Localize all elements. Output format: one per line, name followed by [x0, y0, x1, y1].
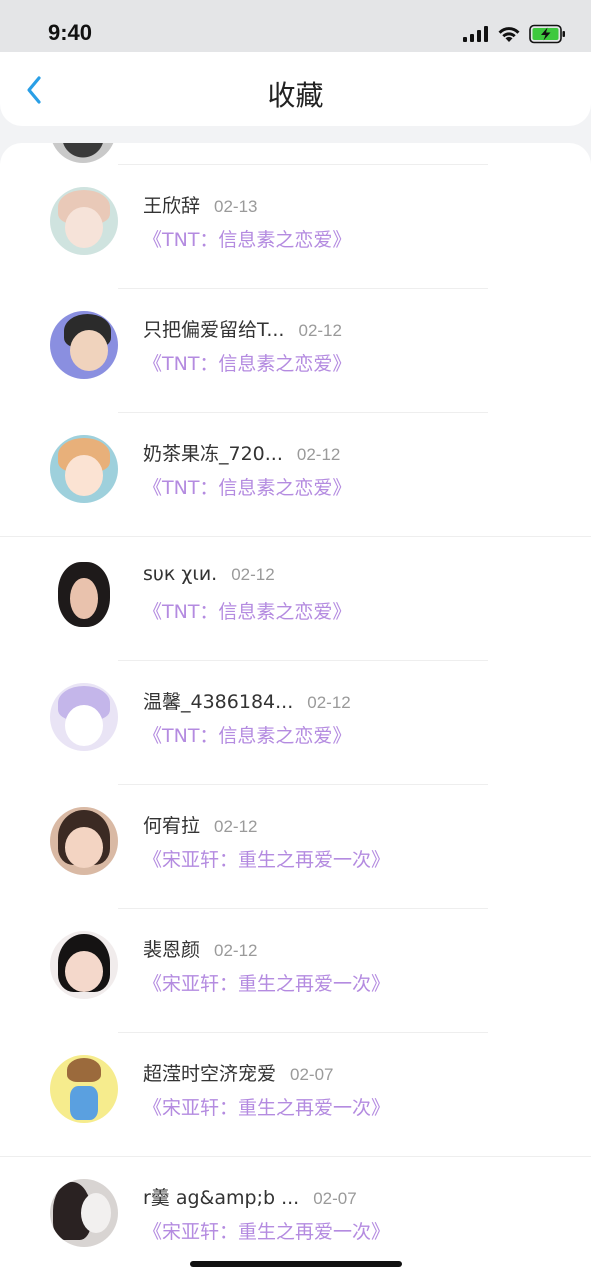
list-item[interactable]: 温馨_4386184... 02-12 《TNT：信息素之恋爱》 — [0, 661, 591, 785]
avatar[interactable] — [50, 435, 118, 503]
user-name: 裴恩颜 — [143, 939, 201, 961]
post-date: 02-07 — [313, 1189, 357, 1208]
avatar[interactable] — [50, 807, 118, 875]
list-item[interactable]: sυк χιи. 02-12 《TNT：信息素之恋爱》 — [0, 537, 591, 661]
book-title[interactable]: 《TNT：信息素之恋爱》 — [143, 721, 351, 748]
user-name: 温馨_4386184... — [143, 691, 294, 713]
list-item[interactable]: 裴恩颜 02-12 《宋亚轩：重生之再爱一次》 — [0, 909, 591, 1033]
list-item-partial — [0, 143, 591, 165]
user-name: 奶茶果冻_720... — [143, 443, 283, 465]
post-date: 02-13 — [214, 197, 258, 216]
list-item[interactable]: 奶茶果冻_720... 02-12 《TNT：信息素之恋爱》 — [0, 413, 591, 537]
list-item[interactable]: 超滢时空济宠爱 02-07 《宋亚轩：重生之再爱一次》 — [0, 1033, 591, 1157]
user-name: r羹 ag&amp;b ... — [143, 1187, 300, 1209]
list-item[interactable]: 何宥拉 02-12 《宋亚轩：重生之再爱一次》 — [0, 785, 591, 909]
user-name: 只把偏爱留给T... — [143, 319, 285, 341]
list-item[interactable]: 只把偏爱留给T... 02-12 《TNT：信息素之恋爱》 — [0, 289, 591, 413]
user-name: 何宥拉 — [143, 815, 201, 837]
post-date: 02-12 — [231, 565, 275, 584]
post-date: 02-12 — [307, 693, 351, 712]
avatar[interactable] — [50, 683, 118, 751]
status-bar: 9:40 — [0, 0, 591, 52]
book-title[interactable]: 《宋亚轩：重生之再爱一次》 — [143, 1217, 390, 1244]
nav-bar: 收藏 — [0, 52, 591, 126]
avatar[interactable] — [50, 311, 118, 379]
post-date: 02-12 — [214, 817, 258, 836]
post-date: 02-12 — [296, 445, 341, 464]
post-date: 02-07 — [290, 1065, 334, 1084]
home-indicator[interactable] — [190, 1261, 402, 1267]
user-name: 王欣辞 — [143, 195, 201, 217]
avatar[interactable] — [50, 559, 118, 627]
wifi-icon — [498, 26, 520, 42]
avatar[interactable] — [50, 187, 118, 255]
page-title: 收藏 — [267, 79, 324, 112]
book-title[interactable]: 《宋亚轩：重生之再爱一次》 — [143, 969, 390, 996]
list-item[interactable]: 王欣辞 02-13 《TNT：信息素之恋爱》 — [0, 165, 591, 289]
book-title[interactable]: 《TNT：信息素之恋爱》 — [143, 473, 351, 500]
avatar[interactable] — [50, 931, 118, 999]
favorites-list: 王欣辞 02-13 《TNT：信息素之恋爱》 只把偏爱留给T... 02-12 《T… — [0, 143, 591, 1280]
book-title[interactable]: 《TNT：信息素之恋爱》 — [143, 597, 351, 624]
user-name: sυк χιи. — [143, 563, 218, 585]
book-title[interactable]: 《TNT：信息素之恋爱》 — [143, 349, 351, 376]
avatar — [50, 143, 116, 163]
battery-charging-icon — [529, 24, 565, 44]
avatar[interactable] — [50, 1179, 118, 1247]
status-icons — [463, 24, 567, 44]
status-time: 9:40 — [48, 20, 93, 45]
post-date: 02-12 — [298, 321, 342, 340]
avatar[interactable] — [50, 1055, 118, 1123]
user-name: 超滢时空济宠爱 — [143, 1063, 277, 1085]
book-title[interactable]: 《宋亚轩：重生之再爱一次》 — [143, 1093, 390, 1120]
post-date: 02-12 — [214, 941, 258, 960]
book-title[interactable]: 《TNT：信息素之恋爱》 — [143, 225, 351, 252]
signal-icon — [463, 26, 488, 42]
book-title[interactable]: 《宋亚轩：重生之再爱一次》 — [143, 845, 390, 872]
